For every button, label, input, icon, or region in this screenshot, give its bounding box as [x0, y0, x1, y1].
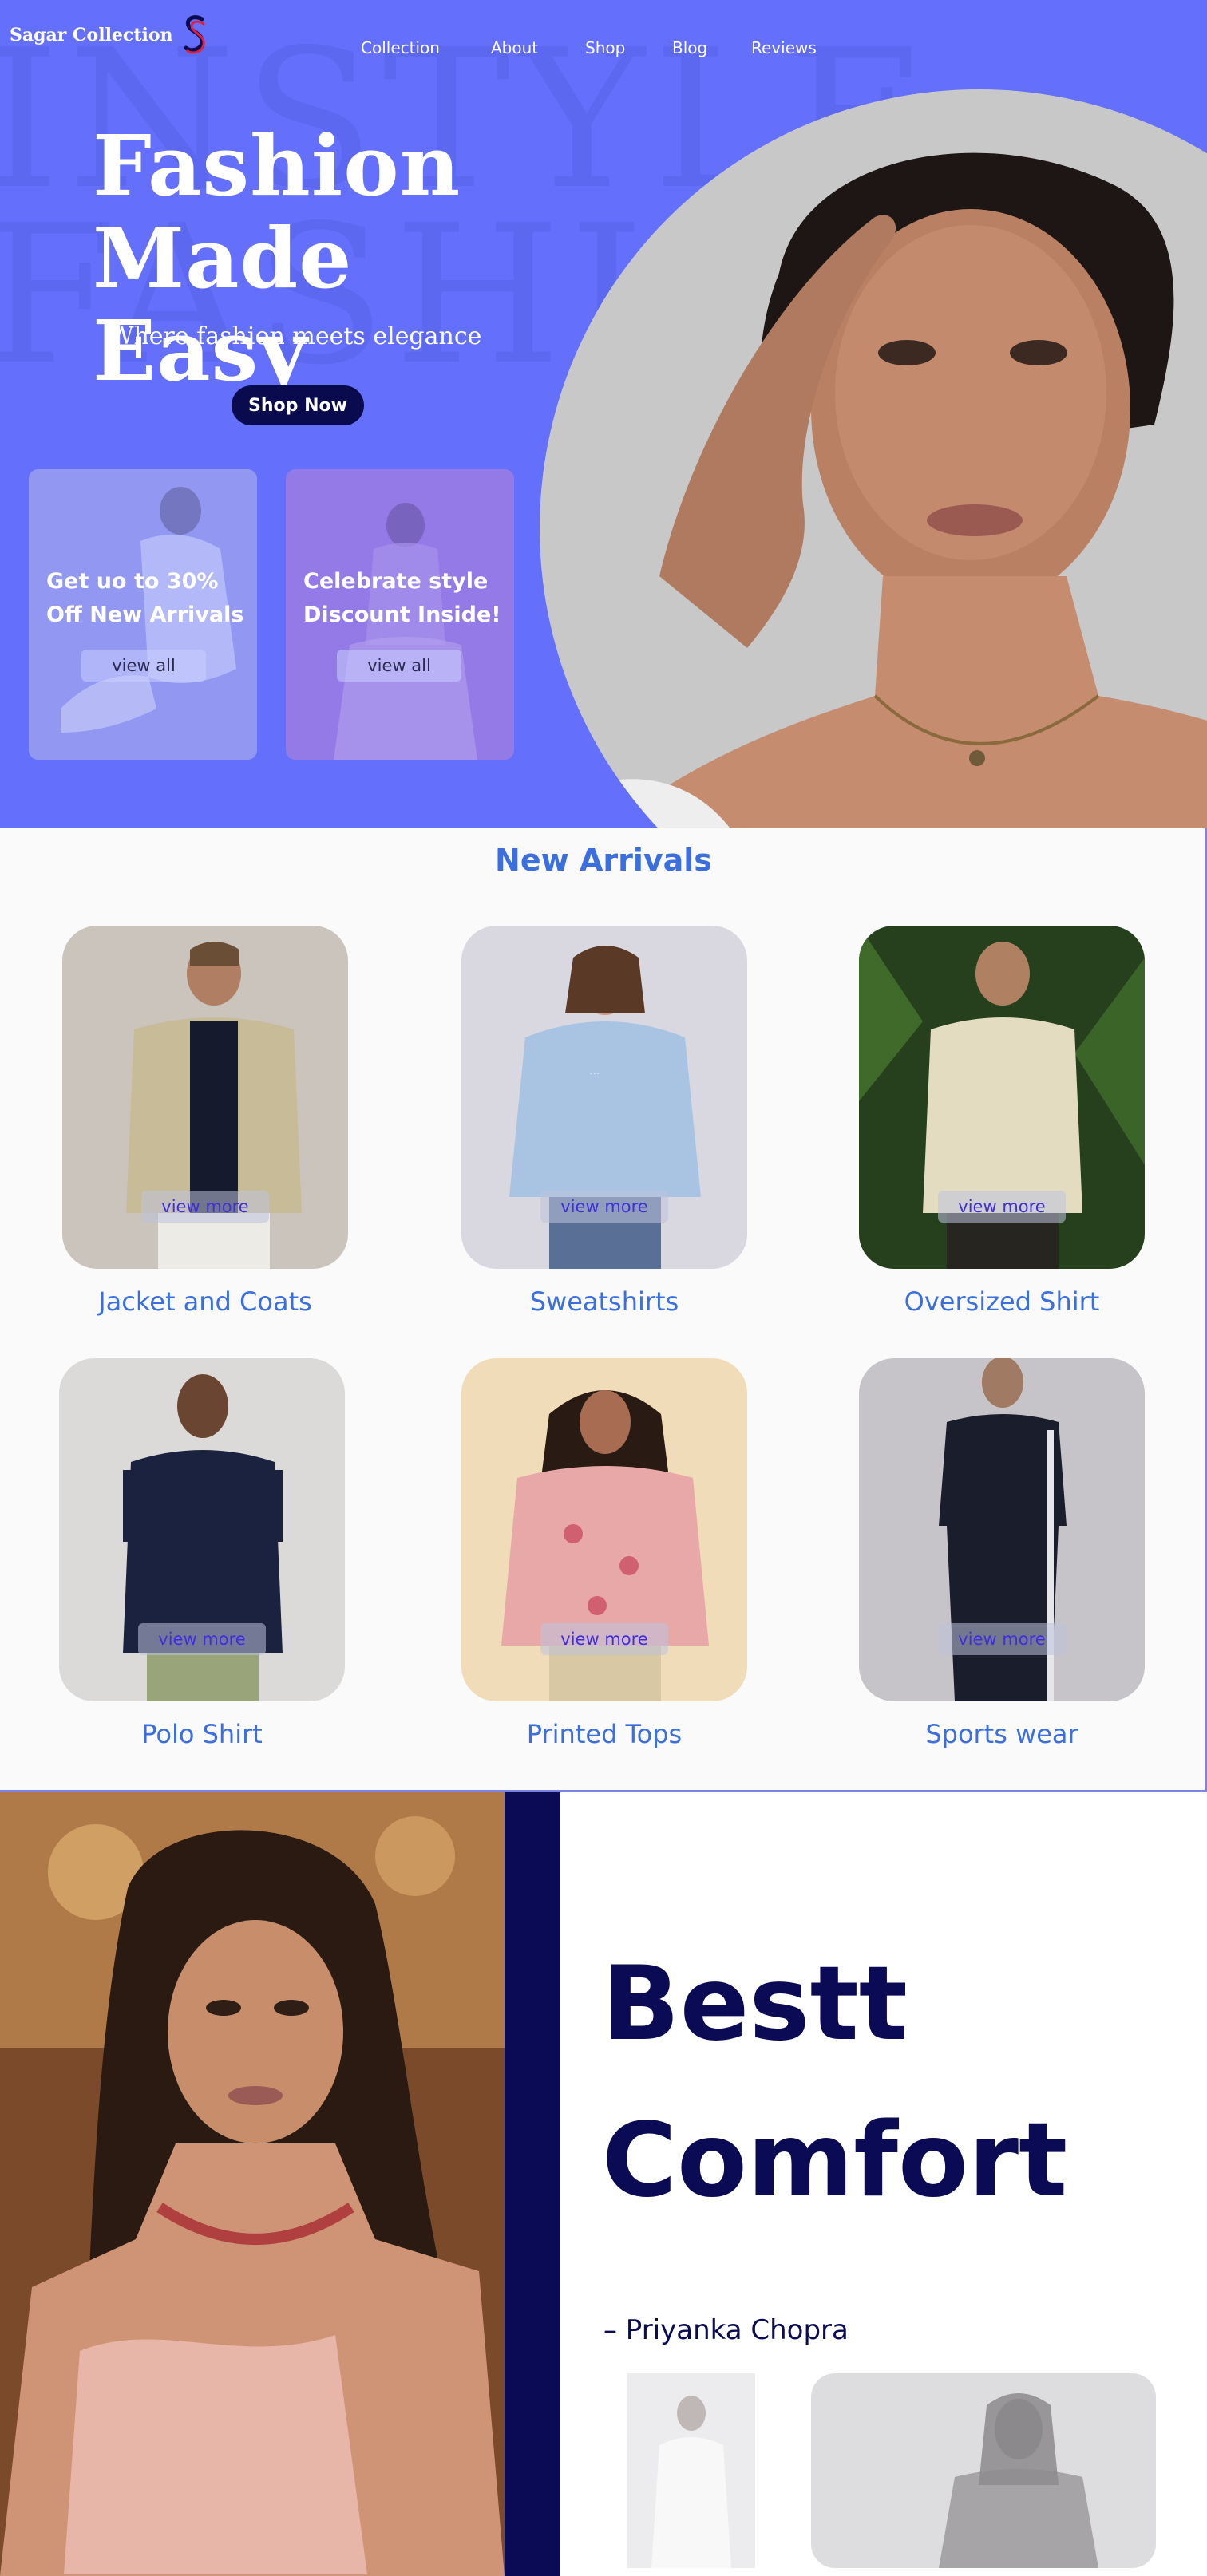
main-nav: Collection About Shop Blog Reviews — [0, 38, 1207, 62]
product-image-sweatshirt[interactable]: ··· view more — [461, 926, 747, 1269]
gallery-thumbnail[interactable] — [627, 2373, 755, 2568]
hero-title-line2: Made Easy — [93, 209, 353, 400]
product-name: Printed Tops — [526, 1719, 683, 1749]
promo-card-discount: Celebrate style Discount Inside! view al… — [286, 469, 514, 760]
view-more-button[interactable]: view more — [141, 1191, 269, 1223]
hero-title-line1: Fashion — [93, 117, 461, 215]
product-card: view more Oversized Shirt — [859, 926, 1145, 1317]
promo-view-all-button[interactable]: view all — [337, 650, 461, 682]
svg-text:···: ··· — [589, 1068, 600, 1081]
view-more-button[interactable]: view more — [138, 1623, 266, 1655]
comfort-section: Bestt Comfort – Priyanka Chopra — [0, 1792, 1207, 2576]
decorative-stripe — [505, 1792, 560, 2576]
nav-link-collection[interactable]: Collection — [361, 38, 440, 57]
product-name: Sports wear — [925, 1719, 1078, 1749]
view-more-button[interactable]: view more — [938, 1191, 1066, 1223]
promo-text: Get uo to 30% Off New Arrivals — [46, 569, 244, 627]
view-more-button[interactable]: view more — [938, 1623, 1066, 1655]
shop-now-button[interactable]: Shop Now — [232, 385, 364, 425]
product-name: Jacket and Coats — [98, 1286, 312, 1317]
product-name: Polo Shirt — [141, 1719, 263, 1749]
quote-author: – Priyanka Chopra — [604, 2314, 849, 2346]
product-image-oversized-shirt[interactable]: view more — [859, 926, 1145, 1269]
comfort-heading-line2: Comfort — [602, 2101, 1068, 2220]
hero-subtitle: Where fashion meets elegance — [109, 322, 482, 350]
product-card: view more Sports wear — [859, 1358, 1145, 1749]
comfort-model-portrait — [0, 1792, 505, 2576]
product-image-polo[interactable]: view more — [59, 1358, 345, 1701]
product-name: Oversized Shirt — [904, 1286, 1100, 1317]
promo-card-new-arrivals: Get uo to 30% Off New Arrivals view all — [29, 469, 257, 760]
hero-model-portrait — [540, 89, 1207, 828]
comfort-heading-line1: Bestt — [602, 1945, 908, 2064]
product-card: view more Jacket and Coats — [62, 926, 348, 1317]
promo-text: Celebrate style Discount Inside! — [303, 569, 501, 627]
hero-title: Fashion Made Easy — [93, 120, 540, 397]
view-more-button[interactable]: view more — [540, 1191, 668, 1223]
comfort-heading: Bestt Comfort — [602, 1926, 1177, 2239]
product-image-jacket[interactable]: view more — [62, 926, 348, 1269]
new-arrivals-section: New Arrivals view more Jacket and Coats … — [0, 828, 1207, 1792]
promo-view-all-button[interactable]: view all — [81, 650, 206, 682]
product-image-printed-top[interactable]: view more — [461, 1358, 747, 1701]
gallery-thumbnail[interactable] — [811, 2373, 1156, 2568]
product-card: ··· view more Sweatshirts — [461, 926, 747, 1317]
hero-section: INSTYLE FASHION Sagar Collection Collecti… — [0, 0, 1207, 828]
product-card: view more Polo Shirt — [59, 1358, 345, 1749]
product-card: view more Printed Tops — [461, 1358, 747, 1749]
section-title: New Arrivals — [495, 843, 712, 878]
product-image-sports-wear[interactable]: view more — [859, 1358, 1145, 1701]
view-more-button[interactable]: view more — [540, 1623, 668, 1655]
nav-link-about[interactable]: About — [491, 38, 538, 57]
product-name: Sweatshirts — [529, 1286, 679, 1317]
nav-link-shop[interactable]: Shop — [585, 38, 625, 57]
nav-link-blog[interactable]: Blog — [672, 38, 707, 57]
nav-link-reviews[interactable]: Reviews — [751, 38, 817, 57]
